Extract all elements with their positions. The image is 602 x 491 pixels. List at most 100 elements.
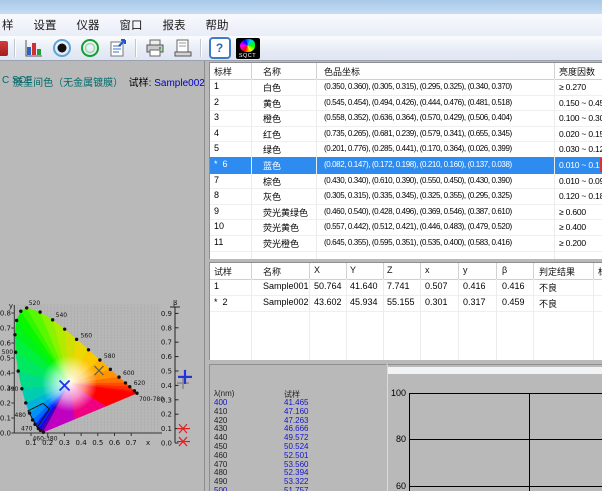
sample-row[interactable]: * 2Sample00243.60245.93455.1550.3010.317… — [210, 295, 602, 312]
toolbar-separator — [135, 39, 137, 57]
menu-item-instrument[interactable]: 仪器 — [77, 17, 100, 33]
clipped-toolbar-icon[interactable] — [0, 41, 8, 56]
standard-id: 3 — [214, 112, 219, 122]
standard-coords: (0.430, 0.340), (0.610, 0.390), (0.550, … — [324, 176, 512, 185]
svg-text:0.8: 0.8 — [161, 324, 172, 332]
svg-text:540: 540 — [56, 312, 68, 319]
menu-item-help[interactable]: 帮助 — [206, 17, 229, 33]
sample-cell: 0.416 — [502, 281, 525, 291]
standard-row[interactable]: 1白色(0.350, 0.360), (0.305, 0.315), (0.29… — [210, 79, 602, 96]
standard-row[interactable]: * 6蓝色(0.082, 0.147), (0.172, 0.198), (0.… — [210, 157, 602, 174]
standard-row[interactable]: 11荧光橙色(0.645, 0.355), (0.595, 0.351), (0… — [210, 235, 602, 252]
report-button[interactable] — [105, 37, 130, 59]
col-standard[interactable]: 标样 — [214, 65, 232, 78]
svg-text:0.7: 0.7 — [0, 325, 11, 333]
sample-row[interactable]: 1Sample00150.76441.6407.7410.5070.4160.4… — [210, 279, 602, 296]
sample-cell: 不良 — [539, 281, 557, 294]
col-beta[interactable]: β — [502, 265, 507, 275]
bar-chart-button[interactable] — [21, 37, 46, 59]
svg-text:0.0: 0.0 — [0, 430, 11, 438]
standard-row[interactable]: 2黄色(0.545, 0.454), (0.494, 0.426), (0.44… — [210, 95, 602, 112]
standard-row[interactable]: 10荧光黄色(0.557, 0.442), (0.512, 0.421), (0… — [210, 219, 602, 236]
standard-id: 1 — [214, 81, 219, 91]
standard-factor: 0.010 ~ 0.100 — [559, 160, 602, 170]
spectral-wavelength: 500 — [214, 486, 227, 491]
col-X[interactable]: X — [314, 265, 320, 275]
standard-coords: (0.460, 0.540), (0.428, 0.496), (0.369, … — [324, 207, 512, 216]
standard-id: * 6 — [214, 159, 228, 169]
toolbar-separator — [200, 39, 202, 57]
sample-cell: 41.640 — [350, 281, 378, 291]
col-y[interactable]: y — [463, 265, 468, 275]
sample-cell: * 2 — [214, 297, 228, 307]
graph-y-axis — [409, 393, 410, 491]
col-standard-ref[interactable]: 标样 — [598, 265, 602, 278]
standard-coords: (0.350, 0.360), (0.305, 0.315), (0.295, … — [324, 82, 512, 91]
sqct-logo-button[interactable]: SQCT — [235, 37, 260, 59]
target-icon — [52, 38, 72, 58]
print-preview-icon — [173, 38, 193, 58]
printer-icon — [145, 38, 165, 58]
col-luminance-factor[interactable]: 亮度因数 — [559, 65, 595, 78]
svg-text:0.5: 0.5 — [92, 439, 103, 447]
spectral-table: λ(nm) 试样 40041.46541047.16042047.2634304… — [209, 364, 386, 491]
measure-sample-button[interactable] — [77, 37, 102, 59]
menu-item-sample[interactable]: 样 — [2, 17, 14, 33]
svg-text:460-380: 460-380 — [32, 435, 57, 442]
window-title-bar — [0, 0, 602, 15]
col-chromaticity[interactable]: 色品坐标 — [324, 65, 360, 78]
standard-name: 黄色 — [263, 97, 281, 110]
menu-item-window[interactable]: 窗口 — [120, 17, 143, 33]
standard-factor: ≥ 0.400 — [559, 222, 586, 232]
standard-row[interactable]: 9荧光黄绿色(0.460, 0.540), (0.428, 0.496), (0… — [210, 204, 602, 221]
svg-text:0.9: 0.9 — [161, 310, 172, 318]
standard-coords: (0.558, 0.352), (0.636, 0.364), (0.570, … — [324, 113, 512, 122]
standard-coords: (0.201, 0.776), (0.285, 0.441), (0.170, … — [324, 144, 512, 153]
spectral-value: 51.757 — [284, 486, 308, 491]
standard-row[interactable]: 3橙色(0.558, 0.352), (0.636, 0.364), (0.57… — [210, 110, 602, 127]
graph-gridline-60 — [409, 486, 602, 487]
sample-cell: Sample002 — [263, 297, 309, 307]
col-Z[interactable]: Z — [387, 265, 393, 275]
print-button[interactable] — [142, 37, 167, 59]
spectral-value: 52.394 — [284, 468, 308, 477]
reflectance-graph: 100 80 60 — [387, 364, 602, 491]
svg-text:0.7: 0.7 — [126, 439, 137, 447]
menu-item-settings[interactable]: 设置 — [34, 17, 57, 33]
svg-text:0.0: 0.0 — [161, 440, 172, 448]
spectral-col-wavelength: λ(nm) — [214, 389, 234, 398]
standards-table-header: 标样 名称 色品坐标 亮度因数 — [210, 63, 602, 80]
col-Y[interactable]: Y — [350, 265, 356, 275]
toolbar: ? SQCT — [0, 36, 602, 61]
col-result[interactable]: 判定结果 — [539, 265, 575, 278]
spectral-wavelength: 450 — [214, 442, 227, 451]
spectral-value: 50.524 — [284, 442, 308, 451]
col-sample[interactable]: 试样 — [214, 265, 232, 278]
help-button[interactable]: ? — [207, 37, 232, 59]
col-name[interactable]: 名称 — [263, 265, 281, 278]
graph-ytick-100: 100 — [388, 388, 406, 398]
sample-label: 试样: — [123, 78, 154, 89]
spectral-value: 53.560 — [284, 460, 308, 469]
standard-name: 荧光橙色 — [263, 237, 299, 250]
cie-chromaticity-diagram: 0.10.20.30.40.50.60.70.00.10.20.30.40.50… — [0, 300, 205, 491]
standard-row[interactable]: 7棕色(0.430, 0.340), (0.610, 0.390), (0.55… — [210, 173, 602, 190]
svg-text:0.6: 0.6 — [0, 340, 12, 348]
svg-text:620: 620 — [134, 380, 146, 387]
standard-row[interactable]: 5绿色(0.201, 0.776), (0.285, 0.441), (0.17… — [210, 141, 602, 158]
menu-item-report[interactable]: 报表 — [163, 17, 186, 33]
measure-standard-button[interactable] — [49, 37, 74, 59]
spectral-value: 41.465 — [284, 398, 308, 407]
standard-row[interactable]: 8灰色(0.305, 0.315), (0.335, 0.345), (0.32… — [210, 188, 602, 205]
standard-row[interactable]: 4红色(0.735, 0.265), (0.681, 0.239), (0.57… — [210, 126, 602, 143]
spectral-wavelength: 400 — [214, 398, 227, 407]
print-preview-button[interactable] — [170, 37, 195, 59]
svg-text:0.4: 0.4 — [76, 439, 88, 447]
col-x[interactable]: x — [425, 265, 430, 275]
svg-text:0.2: 0.2 — [161, 411, 172, 419]
sample-cell: 0.317 — [463, 297, 486, 307]
col-name[interactable]: 名称 — [263, 65, 281, 78]
standard-id: 10 — [214, 221, 224, 231]
standard-name: 荧光黄绿色 — [263, 206, 308, 219]
standard-name: 蓝色 — [263, 159, 281, 172]
